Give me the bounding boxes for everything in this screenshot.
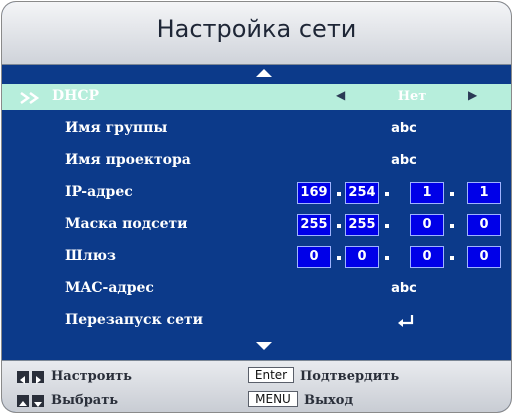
subnet-mask-label: Маска подсети (65, 216, 188, 232)
adjust-hint: Настроить (51, 369, 132, 384)
confirm-hint: Подтвердить (300, 369, 400, 384)
mask-octet-2[interactable]: 255 (345, 214, 379, 236)
group-name-label: Имя группы (65, 120, 168, 136)
mask-octet-3[interactable]: 0 (410, 214, 444, 236)
scroll-down-icon[interactable] (256, 342, 272, 350)
enter-keycap: Enter (248, 367, 294, 383)
menu-row-ip-address[interactable]: IP-адрес 169 254 1 1 (2, 180, 511, 206)
gateway-separator (450, 256, 454, 260)
mask-separator (385, 224, 389, 228)
arrow-left-icon[interactable]: ◀ (336, 88, 345, 102)
mac-address-label: MAC-адрес (65, 280, 154, 296)
left-key-icon (17, 371, 29, 384)
menu-row-group-name[interactable]: Имя группы abc (2, 116, 511, 142)
ip-octet-4[interactable]: 1 (467, 182, 501, 204)
right-key-icon (32, 371, 44, 384)
mask-separator (337, 224, 341, 228)
mac-address-value: abc (391, 281, 417, 296)
menu-row-mac-address[interactable]: MAC-адрес abc (2, 276, 511, 302)
dhcp-value: Нет (397, 89, 427, 104)
gateway-separator (337, 256, 341, 260)
arrow-right-icon[interactable]: ▶ (468, 88, 477, 102)
menu-row-network-restart[interactable]: Перезапуск сети (2, 308, 511, 334)
menu-row-projector-name[interactable]: Имя проектора abc (2, 148, 511, 174)
ip-octet-3[interactable]: 1 (410, 182, 444, 204)
mask-separator (450, 224, 454, 228)
ip-address-label: IP-адрес (65, 184, 133, 200)
gateway-octet-1[interactable]: 0 (297, 246, 331, 268)
scroll-up-icon[interactable] (256, 69, 272, 77)
gateway-label: Шлюз (65, 248, 116, 264)
menu-keycap: MENU (248, 391, 298, 407)
page-title: Настройка сети (156, 15, 357, 43)
enter-return-icon[interactable] (397, 314, 415, 328)
title-bar: Настройка сети (2, 2, 511, 65)
projector-name-label: Имя проектора (65, 152, 191, 168)
ip-separator (450, 192, 454, 196)
gateway-octet-2[interactable]: 0 (345, 246, 379, 268)
network-settings-osd: Настройка сети DHCP ◀ Нет ▶ Имя группы a… (2, 2, 511, 412)
gateway-octet-3[interactable]: 0 (410, 246, 444, 268)
ip-octet-2[interactable]: 254 (345, 182, 379, 204)
footer-hints: Настроить Выбрать Enter Подтвердить MENU… (2, 360, 511, 412)
menu-row-gateway[interactable]: Шлюз 0 0 0 0 (2, 244, 511, 270)
down-key-icon (32, 395, 44, 407)
menu-row-dhcp[interactable]: DHCP ◀ Нет ▶ (2, 84, 511, 110)
ip-octet-1[interactable]: 169 (297, 182, 331, 204)
select-hint: Выбрать (51, 393, 119, 408)
menu-row-subnet-mask[interactable]: Маска подсети 255 255 0 0 (2, 212, 511, 238)
projector-name-value: abc (391, 153, 417, 168)
double-chevron-right-icon (20, 91, 40, 105)
up-key-icon (17, 395, 29, 407)
dhcp-label: DHCP (52, 88, 100, 104)
ip-separator (337, 192, 341, 196)
gateway-separator (385, 256, 389, 260)
mask-octet-1[interactable]: 255 (297, 214, 331, 236)
gateway-octet-4[interactable]: 0 (467, 246, 501, 268)
network-restart-label: Перезапуск сети (65, 312, 204, 328)
ip-separator (385, 192, 389, 196)
exit-hint: Выход (304, 393, 354, 408)
group-name-value: abc (391, 121, 417, 136)
mask-octet-4[interactable]: 0 (467, 214, 501, 236)
